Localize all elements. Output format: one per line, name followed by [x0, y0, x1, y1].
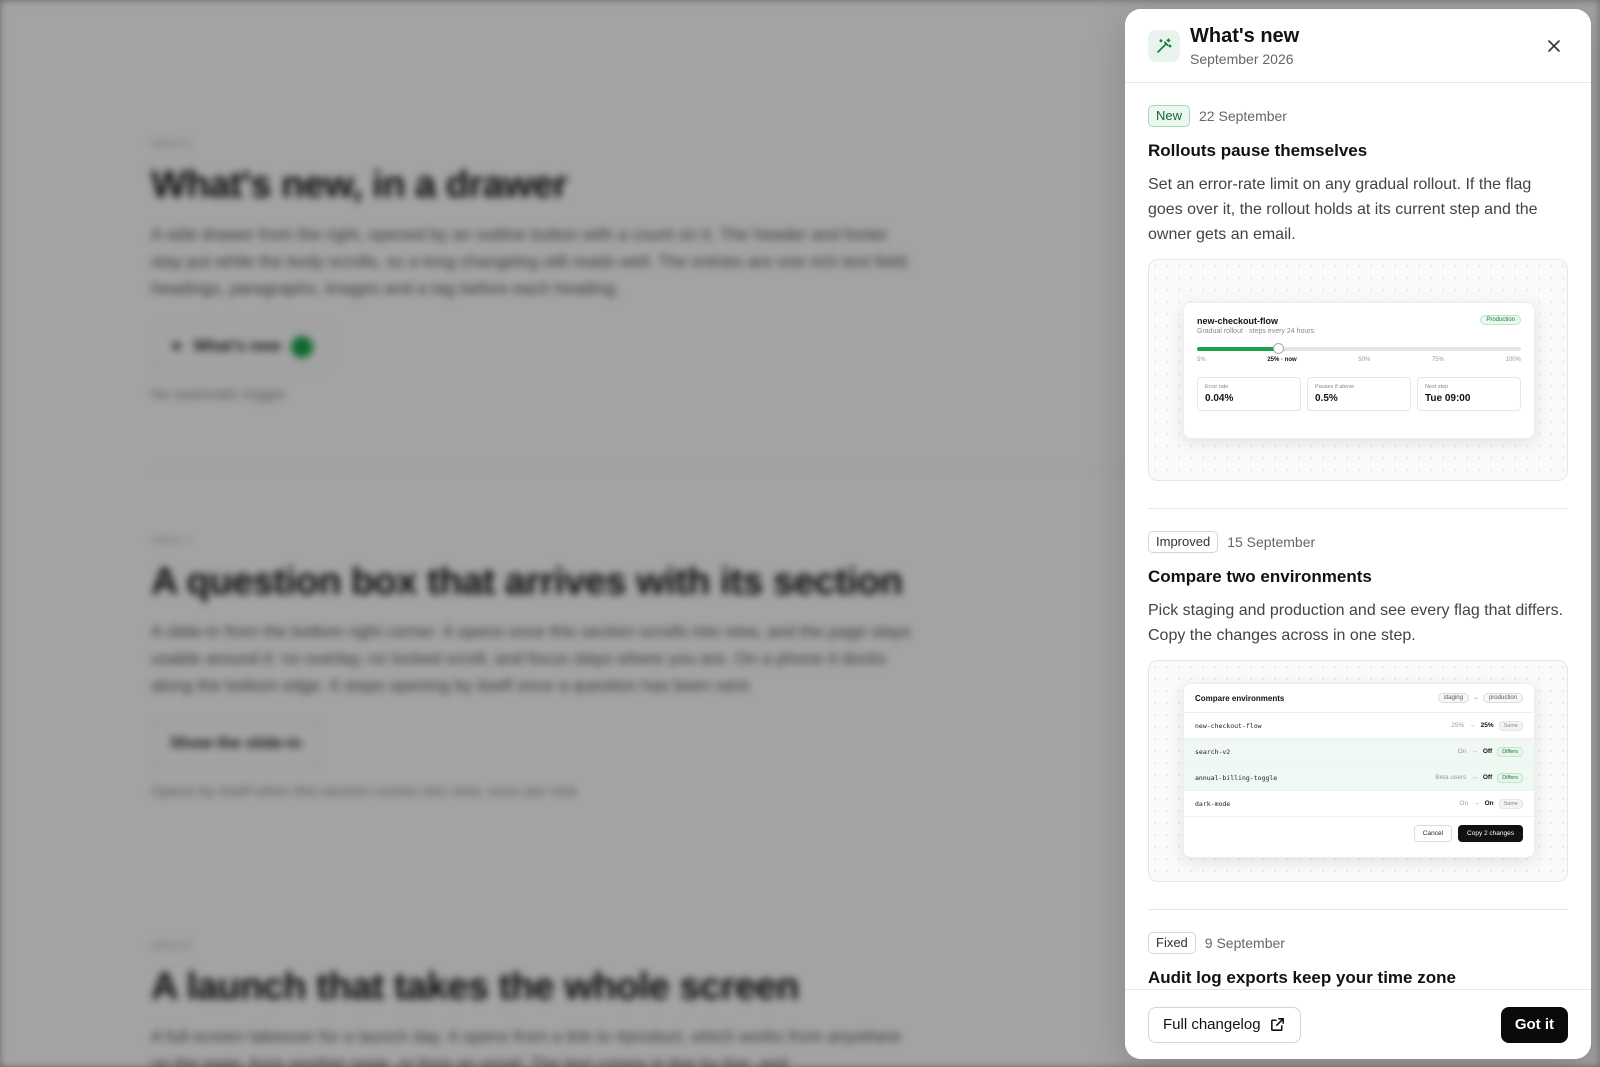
compare-row: new-checkout-flow 25% → 25% Same	[1184, 713, 1534, 739]
drawer-title: What's new	[1190, 24, 1300, 47]
tag-new: New	[1148, 105, 1191, 127]
whats-new-drawer: What's new September 2026 New 22 Septemb…	[1125, 9, 1591, 1059]
tick-label-current: 25% · now	[1267, 357, 1297, 363]
got-it-button[interactable]: Got it	[1500, 1006, 1568, 1043]
close-button[interactable]	[1540, 32, 1568, 60]
drawer-header: What's new September 2026	[1125, 9, 1591, 83]
copy-changes-button: Copy 2 changes	[1458, 825, 1523, 842]
env-from: staging	[1437, 693, 1469, 703]
rollout-stats: Error rate 0.04% Pauses if above 0.5% Ne…	[1197, 377, 1521, 411]
entry-text: Set an error-rate limit on any gradual r…	[1148, 176, 1538, 243]
rollout-progress-track	[1197, 343, 1521, 354]
magic-wand-icon	[1148, 29, 1180, 62]
rollout-progress-knob	[1273, 343, 1284, 354]
full-changelog-link[interactable]: Full changelog	[1148, 1006, 1301, 1043]
flag-name: new-checkout-flow	[1195, 721, 1262, 730]
changelog-entry: New 22 September Rollouts pause themselv…	[1148, 83, 1568, 509]
arrow-right-icon: →	[1469, 722, 1476, 729]
value-from: Beta users	[1435, 774, 1467, 781]
rollout-ticks: 5% 25% · now 50% 75% 100%	[1197, 357, 1521, 363]
entry-date: 22 September	[1199, 108, 1287, 124]
arrow-right-icon: →	[1471, 774, 1478, 781]
tick-label: 100%	[1505, 357, 1521, 363]
flag-name: dark-mode	[1195, 799, 1231, 808]
rollout-flag-name: new-checkout-flow	[1197, 316, 1279, 326]
status-badge: Same	[1498, 720, 1523, 731]
stat-label: Error rate	[1205, 384, 1229, 390]
arrow-right-icon: →	[1473, 800, 1480, 807]
arrow-right-icon: →	[1471, 748, 1478, 755]
tick-label: 5%	[1197, 357, 1206, 363]
flag-name: search-v2	[1195, 747, 1231, 756]
rollout-progress-fill	[1197, 347, 1278, 351]
tick-label: 75%	[1431, 357, 1444, 363]
close-icon	[1548, 39, 1560, 52]
entry-heading: Compare two environments	[1148, 567, 1372, 586]
flag-name: annual-billing-toggle	[1195, 773, 1278, 782]
stat-next-step: Next step Tue 09:00	[1417, 377, 1521, 411]
cancel-button: Cancel	[1413, 825, 1453, 842]
tick-label: 50%	[1358, 357, 1371, 363]
stat-value: 0.04%	[1205, 393, 1234, 404]
compare-card: Compare environments staging → productio…	[1183, 683, 1535, 858]
compare-screenshot: Compare environments staging → productio…	[1148, 660, 1568, 882]
value-from: On	[1459, 800, 1469, 807]
entry-text: Pick staging and production and see ever…	[1148, 602, 1564, 644]
changelog-entry: Fixed 9 September Audit log exports keep…	[1148, 910, 1568, 989]
entry-heading: Audit log exports keep your time zone	[1148, 968, 1456, 987]
value-to: Off	[1482, 748, 1493, 755]
compare-title: Compare environments	[1195, 693, 1285, 703]
rollout-card: new-checkout-flow Gradual rollout · step…	[1183, 302, 1535, 439]
drawer-footer: Full changelog Got it	[1125, 989, 1591, 1059]
stat-value: Tue 09:00	[1425, 393, 1471, 404]
status-badge: Differs	[1497, 772, 1523, 783]
full-changelog-label: Full changelog	[1163, 1016, 1261, 1033]
env-to: production	[1482, 693, 1523, 703]
value-from: On	[1457, 748, 1467, 755]
stat-error-rate: Error rate 0.04%	[1197, 377, 1301, 411]
value-to: Off	[1482, 774, 1493, 781]
value-to: 25%	[1480, 722, 1494, 729]
tag-fixed: Fixed	[1148, 932, 1196, 954]
status-badge: Differs	[1497, 746, 1523, 757]
stat-label: Next step	[1425, 384, 1449, 390]
rollout-screenshot: new-checkout-flow Gradual rollout · step…	[1148, 259, 1568, 481]
rollout-subtitle: Gradual rollout · steps every 24 hours	[1197, 328, 1315, 335]
compare-row: search-v2 On → Off Differs	[1184, 739, 1534, 765]
external-link-icon	[1270, 1018, 1284, 1031]
value-from: 25%	[1451, 722, 1465, 729]
environment-badge: Production	[1480, 315, 1521, 325]
entry-date: 9 September	[1204, 935, 1285, 951]
stat-value: 0.5%	[1315, 393, 1338, 404]
drawer-subtitle: September 2026	[1190, 50, 1294, 67]
stat-pause-threshold: Pauses if above 0.5%	[1307, 377, 1411, 411]
compare-row: annual-billing-toggle Beta users → Off D…	[1184, 765, 1534, 791]
entry-date: 15 September	[1227, 534, 1316, 550]
changelog-entry: Improved 15 September Compare two enviro…	[1148, 509, 1568, 910]
compare-row: dark-mode On → On Same	[1184, 791, 1534, 817]
stat-label: Pauses if above	[1315, 384, 1355, 390]
arrow-right-icon: →	[1472, 695, 1479, 701]
status-badge: Same	[1498, 798, 1523, 809]
drawer-body[interactable]: New 22 September Rollouts pause themselv…	[1125, 83, 1591, 998]
value-to: On	[1484, 800, 1494, 807]
tag-improved: Improved	[1148, 531, 1219, 553]
entry-heading: Rollouts pause themselves	[1148, 141, 1368, 160]
